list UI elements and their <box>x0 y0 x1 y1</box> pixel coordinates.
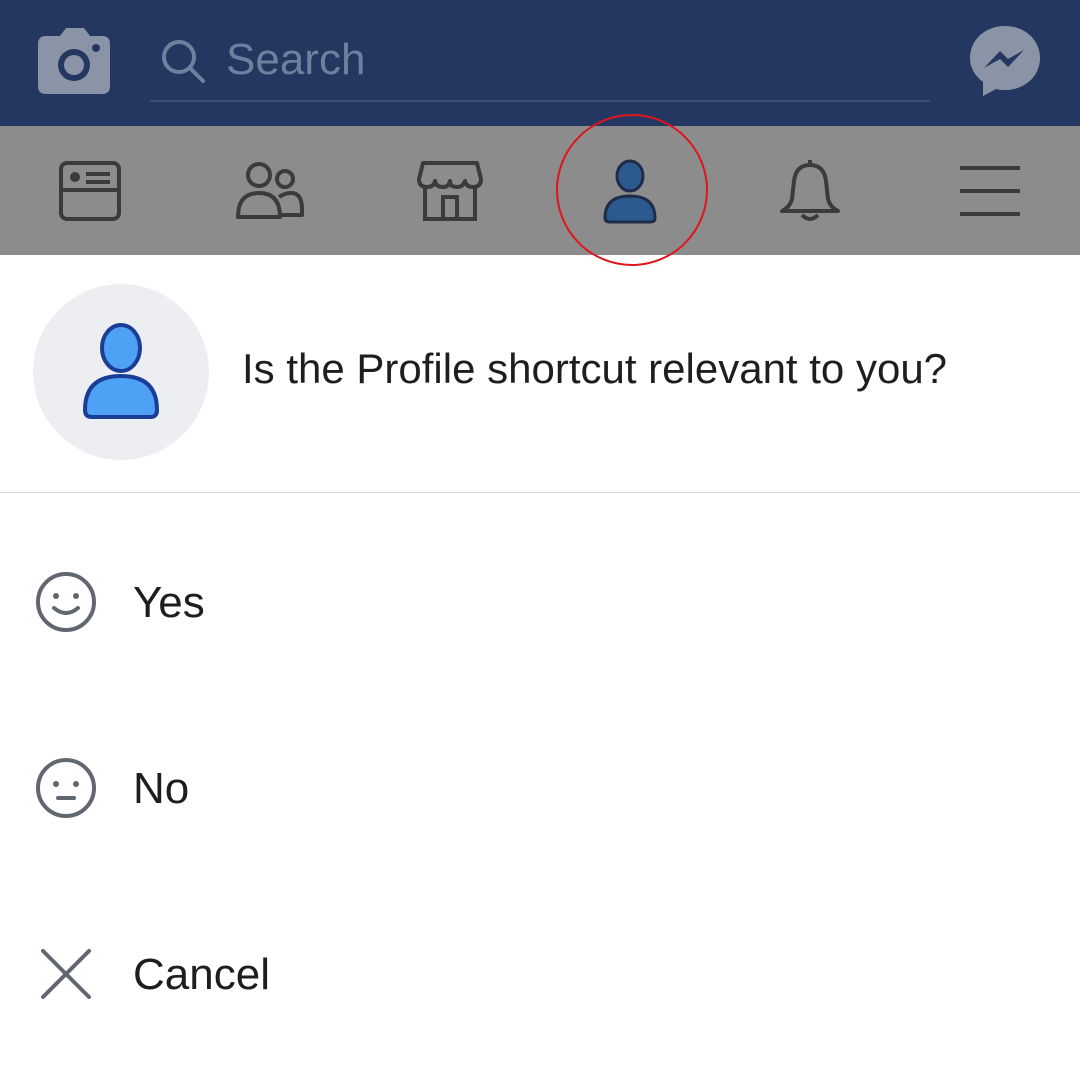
no-label: No <box>133 764 190 813</box>
yes-option[interactable]: Yes <box>0 508 1080 694</box>
news-feed-icon <box>58 159 122 223</box>
top-header <box>0 0 1080 126</box>
tab-menu[interactable] <box>900 126 1080 255</box>
tab-bar <box>0 126 1080 255</box>
prompt-question: Is the Profile shortcut relevant to you? <box>242 345 948 392</box>
search-input[interactable] <box>226 32 906 88</box>
cancel-label: Cancel <box>133 950 270 999</box>
menu-icon <box>959 164 1021 218</box>
tab-marketplace[interactable] <box>360 126 540 255</box>
marketplace-icon <box>417 159 483 223</box>
tab-profile[interactable] <box>540 126 720 255</box>
search-icon <box>160 38 206 84</box>
smile-icon <box>34 570 98 634</box>
profile-icon <box>602 158 658 224</box>
bell-icon <box>778 159 842 223</box>
search-bar[interactable] <box>150 22 930 102</box>
messenger-icon[interactable] <box>968 24 1042 98</box>
cancel-option[interactable]: Cancel <box>0 880 1080 1066</box>
tab-news-feed[interactable] <box>0 126 180 255</box>
profile-icon <box>33 284 209 460</box>
friends-icon <box>235 159 305 223</box>
tab-notifications[interactable] <box>720 126 900 255</box>
yes-label: Yes <box>133 578 205 627</box>
shortcut-prompt: Is the Profile shortcut relevant to you? <box>0 255 1080 493</box>
no-option[interactable]: No <box>0 694 1080 880</box>
camera-icon[interactable] <box>38 28 110 94</box>
neutral-face-icon <box>34 756 98 820</box>
close-icon <box>34 942 98 1006</box>
tab-friends[interactable] <box>180 126 360 255</box>
